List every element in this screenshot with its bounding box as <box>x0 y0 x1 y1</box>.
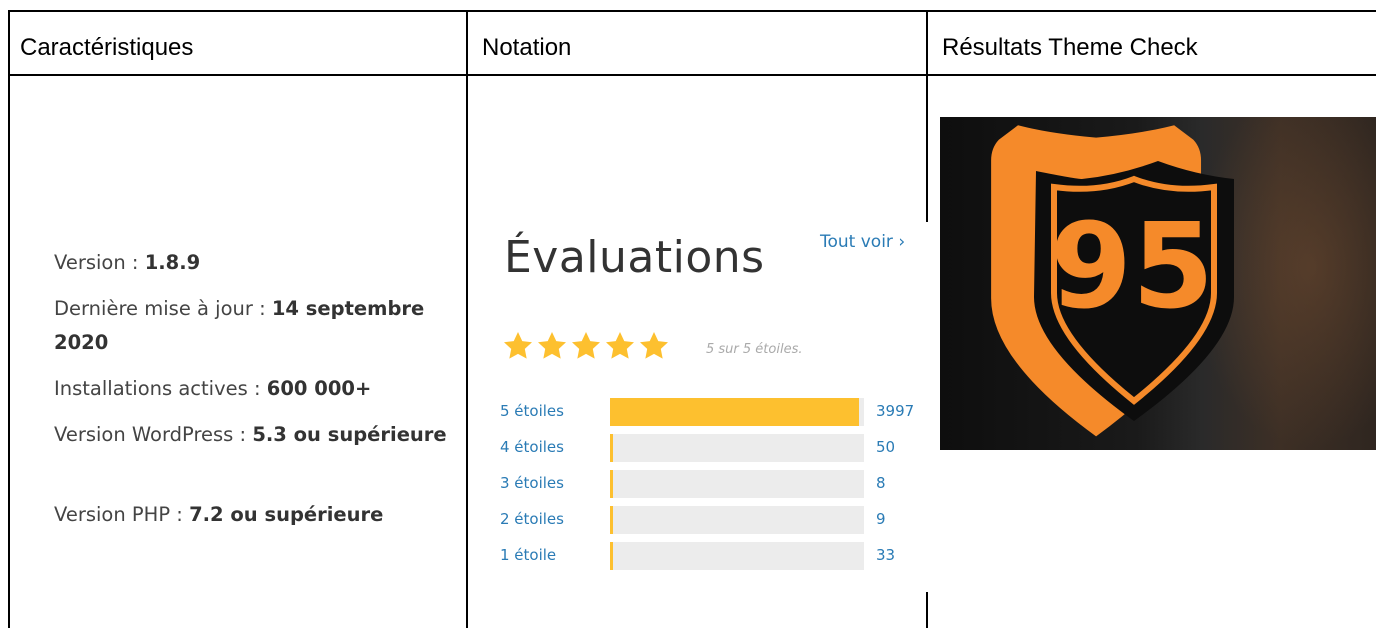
rating-row-count: 9 <box>876 510 886 528</box>
theme-check-score: 95 <box>1050 197 1214 335</box>
rating-bar <box>610 542 864 570</box>
theme-check-image: 95 <box>940 117 1376 450</box>
rating-bar <box>610 470 864 498</box>
rating-bar-fill <box>610 398 859 426</box>
rating-row[interactable]: 3 étoiles 8 <box>500 470 928 498</box>
rating-row-count: 33 <box>876 546 896 564</box>
view-all-link[interactable]: Tout voir › <box>820 232 905 252</box>
table-border-left <box>8 10 10 628</box>
rating-row-label[interactable]: 3 étoiles <box>500 474 564 492</box>
header-caracteristiques: Caractéristiques <box>20 34 194 61</box>
rating-row[interactable]: 4 étoiles 50 <box>500 434 928 462</box>
rating-row[interactable]: 5 étoiles 3997 <box>500 398 928 426</box>
header-notation: Notation <box>482 34 572 61</box>
rating-row[interactable]: 2 étoiles 9 <box>500 506 928 534</box>
star-icon <box>504 332 532 359</box>
header-row-divider <box>8 74 1376 76</box>
header-theme-check: Résultats Theme Check <box>942 34 1198 61</box>
star-rating <box>502 330 670 362</box>
star-rating-caption: 5 sur 5 étoiles. <box>706 342 803 357</box>
rating-bar-fill <box>610 470 613 498</box>
spec-active-installs: Installations actives : 600 000+ <box>54 377 372 400</box>
rating-row-label[interactable]: 5 étoiles <box>500 402 564 420</box>
rating-bar <box>610 506 864 534</box>
rating-row-label[interactable]: 1 étoile <box>500 546 556 564</box>
rating-row-count: 3997 <box>876 402 915 420</box>
shield-icon: 95 <box>991 125 1234 437</box>
rating-row-count: 8 <box>876 474 886 492</box>
rating-bar <box>610 434 864 462</box>
rating-row-label[interactable]: 4 étoiles <box>500 438 564 456</box>
star-icon <box>640 332 668 359</box>
rating-bar <box>610 398 864 426</box>
plugin-specs-image: Version : 1.8.9 Dernière mise à jour : 1… <box>18 108 458 568</box>
rating-row-label[interactable]: 2 étoiles <box>500 510 564 528</box>
spec-last-update: Dernière mise à jour : 14 septembre 2020 <box>54 297 425 354</box>
star-icon <box>606 332 634 359</box>
table-border-top <box>8 10 1376 12</box>
rating-bar-fill <box>610 506 613 534</box>
cut-off-link <box>54 552 314 562</box>
spec-php-version: Version PHP : 7.2 ou supérieure <box>54 503 384 526</box>
star-icon <box>538 332 566 359</box>
ratings-title: Évaluations <box>504 232 765 283</box>
rating-bar-fill <box>610 542 613 570</box>
star-icon <box>572 332 600 359</box>
ratings-image: Évaluations Tout voir › 5 sur 5 étoiles.… <box>468 222 928 592</box>
rating-bar-fill <box>610 434 613 462</box>
rating-row-count: 50 <box>876 438 896 456</box>
spec-wordpress-version: Version WordPress : 5.3 ou supérieure <box>54 423 447 446</box>
rating-row[interactable]: 1 étoile 33 <box>500 542 928 570</box>
spec-version: Version : 1.8.9 <box>54 251 201 274</box>
